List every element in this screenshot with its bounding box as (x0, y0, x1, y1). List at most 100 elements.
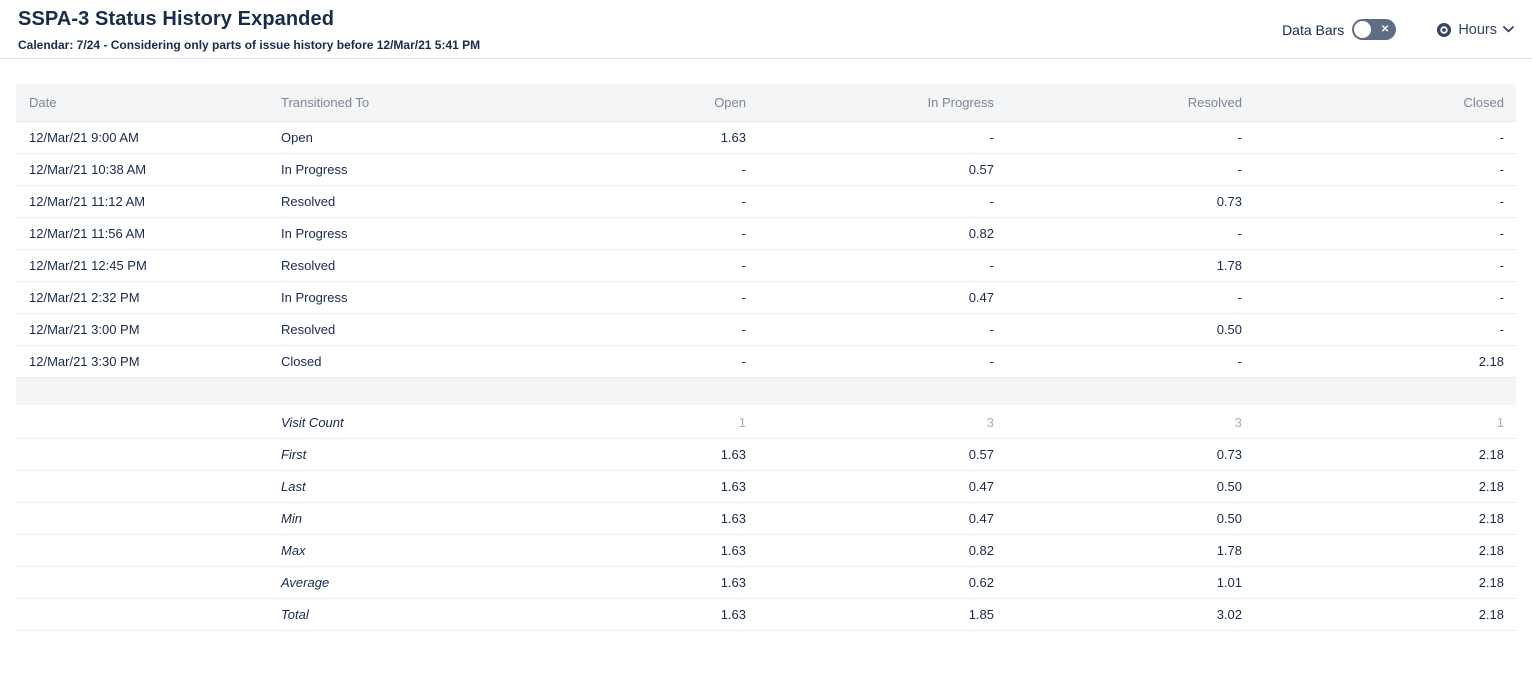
table-cell: 2.18 (1254, 470, 1516, 502)
table-cell (16, 598, 268, 630)
history-row: 12/Mar/21 12:45 PMResolved--1.78- (16, 249, 1516, 281)
table-cell: 3 (1006, 406, 1254, 438)
table-cell: 1.01 (1006, 566, 1254, 598)
table-cell: - (758, 313, 1006, 345)
title-block: SSPA-3 Status History Expanded Calendar:… (18, 8, 480, 52)
table-cell: 1.85 (758, 598, 1006, 630)
table-cell: 2.18 (1254, 438, 1516, 470)
table-cell: Resolved (268, 313, 510, 345)
history-row: 12/Mar/21 11:12 AMResolved--0.73- (16, 185, 1516, 217)
table-cell: - (1006, 281, 1254, 313)
table-cell: Resolved (268, 185, 510, 217)
page-title: SSPA-3 Status History Expanded (18, 8, 480, 31)
table-cell: 1.63 (510, 566, 758, 598)
table-cell: 1.63 (510, 121, 758, 153)
summary-row: Total1.631.853.022.18 (16, 598, 1516, 630)
column-header-open: Open (510, 84, 758, 121)
table-cell: 0.47 (758, 470, 1006, 502)
table-cell: 0.82 (758, 534, 1006, 566)
table-cell: 1.63 (510, 470, 758, 502)
table-cell: 12/Mar/21 9:00 AM (16, 121, 268, 153)
history-rows: 12/Mar/21 9:00 AMOpen1.63---12/Mar/21 10… (16, 121, 1516, 377)
data-bars-toggle[interactable]: ✕ (1352, 19, 1396, 40)
column-header-in-progress: In Progress (758, 84, 1006, 121)
table-cell: - (1254, 313, 1516, 345)
history-row: 12/Mar/21 2:32 PMIn Progress-0.47-- (16, 281, 1516, 313)
table-cell: - (758, 185, 1006, 217)
table-cell: - (1006, 121, 1254, 153)
status-history-table-wrap: Date Transitioned To Open In Progress Re… (16, 84, 1516, 631)
table-cell: - (510, 345, 758, 377)
header-controls: Data Bars ✕ Hours (1282, 19, 1514, 40)
summary-label: Visit Count (268, 406, 510, 438)
summary-row: Visit Count1331 (16, 406, 1516, 438)
table-cell: - (510, 313, 758, 345)
table-cell: 1.78 (1006, 534, 1254, 566)
table-cell: 2.18 (1254, 598, 1516, 630)
table-cell: - (510, 185, 758, 217)
table-cell: - (1254, 281, 1516, 313)
units-dropdown-label: Hours (1458, 22, 1497, 38)
chevron-down-icon (1503, 26, 1514, 33)
table-cell: 0.47 (758, 281, 1006, 313)
table-cell: 1.63 (510, 598, 758, 630)
table-cell: 0.82 (758, 217, 1006, 249)
table-cell: - (510, 153, 758, 185)
table-cell: - (758, 121, 1006, 153)
units-dropdown[interactable]: Hours (1436, 22, 1514, 38)
table-cell: 1.78 (1006, 249, 1254, 281)
summary-row: First1.630.570.732.18 (16, 438, 1516, 470)
summary-label: Last (268, 470, 510, 502)
separator-cell (16, 377, 1516, 406)
table-cell: - (1254, 249, 1516, 281)
summary-row: Max1.630.821.782.18 (16, 534, 1516, 566)
table-cell: 0.73 (1006, 438, 1254, 470)
table-cell: - (1254, 185, 1516, 217)
table-cell: 2.18 (1254, 345, 1516, 377)
summary-row: Min1.630.470.502.18 (16, 502, 1516, 534)
table-cell: 12/Mar/21 2:32 PM (16, 281, 268, 313)
table-cell: - (758, 249, 1006, 281)
toggle-cross-icon: ✕ (1381, 24, 1389, 34)
page-subtitle: Calendar: 7/24 - Considering only parts … (18, 38, 480, 52)
table-cell: 12/Mar/21 10:38 AM (16, 153, 268, 185)
history-row: 12/Mar/21 3:30 PMClosed---2.18 (16, 345, 1516, 377)
summary-label: Average (268, 566, 510, 598)
column-header-date: Date (16, 84, 268, 121)
table-cell: 2.18 (1254, 566, 1516, 598)
table-cell (16, 534, 268, 566)
history-row: 12/Mar/21 9:00 AMOpen1.63--- (16, 121, 1516, 153)
column-header-transitioned-to: Transitioned To (268, 84, 510, 121)
summary-label: First (268, 438, 510, 470)
table-cell: In Progress (268, 281, 510, 313)
table-cell (16, 470, 268, 502)
table-cell: Resolved (268, 249, 510, 281)
table-cell: Closed (268, 345, 510, 377)
table-cell: 12/Mar/21 3:00 PM (16, 313, 268, 345)
table-cell: 0.62 (758, 566, 1006, 598)
table-cell (16, 502, 268, 534)
data-bars-label: Data Bars (1282, 22, 1344, 38)
table-cell: 3.02 (1006, 598, 1254, 630)
toggle-knob (1354, 21, 1371, 38)
table-cell: - (758, 345, 1006, 377)
status-history-table: Date Transitioned To Open In Progress Re… (16, 84, 1516, 631)
table-cell: In Progress (268, 153, 510, 185)
table-cell: 2.18 (1254, 534, 1516, 566)
table-cell: - (1254, 217, 1516, 249)
separator-section (16, 377, 1516, 406)
table-cell: 0.47 (758, 502, 1006, 534)
table-cell: 0.50 (1006, 502, 1254, 534)
column-header-resolved: Resolved (1006, 84, 1254, 121)
table-cell: - (1006, 217, 1254, 249)
summary-row: Last1.630.470.502.18 (16, 470, 1516, 502)
table-cell: 0.50 (1006, 313, 1254, 345)
table-cell: - (510, 249, 758, 281)
table-cell: - (1006, 345, 1254, 377)
table-cell: - (1254, 121, 1516, 153)
table-cell: 0.73 (1006, 185, 1254, 217)
page-header: SSPA-3 Status History Expanded Calendar:… (0, 0, 1532, 59)
table-cell: 1 (1254, 406, 1516, 438)
table-cell: 0.50 (1006, 470, 1254, 502)
table-cell: 12/Mar/21 12:45 PM (16, 249, 268, 281)
